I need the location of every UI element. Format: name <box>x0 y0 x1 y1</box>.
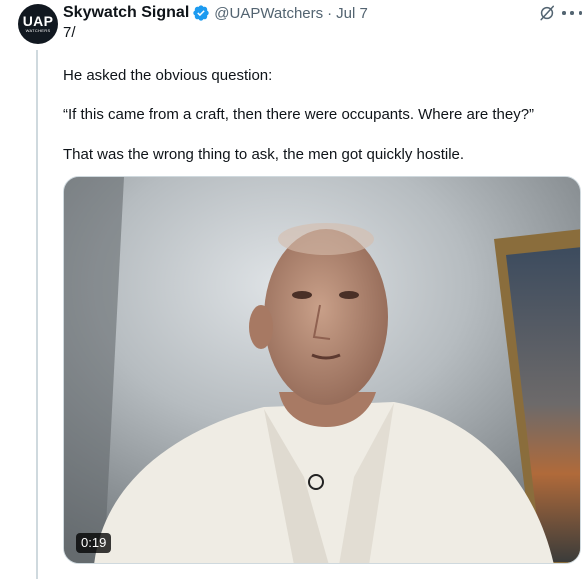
author-handle[interactable]: @UAPWatchers <box>214 5 323 22</box>
display-name[interactable]: Skywatch Signal <box>63 4 189 22</box>
verified-badge-icon[interactable] <box>192 4 210 22</box>
post-line: That was the wrong thing to ask, the men… <box>63 146 465 163</box>
post-line: He asked the obvious question: <box>63 67 273 84</box>
video-duration: 0:19 <box>76 533 112 553</box>
post-date[interactable]: Jul 7 <box>336 5 368 22</box>
separator-dot: · <box>327 4 333 22</box>
avatar[interactable]: UAP WATCHERS <box>18 4 58 44</box>
avatar-subtext: WATCHERS <box>25 28 51 33</box>
grok-icon[interactable] <box>537 3 557 23</box>
avatar-text: UAP <box>22 13 54 29</box>
more-options-icon[interactable] <box>562 10 582 16</box>
thread-line <box>36 50 38 579</box>
video-thumbnail <box>64 177 580 563</box>
thread-index: 7/ <box>63 24 76 41</box>
post-line: “If this came from a craft, then there w… <box>63 106 535 123</box>
post-header: Skywatch Signal @UAPWatchers · Jul 7 <box>63 2 368 24</box>
video-player[interactable]: 0:19 <box>63 176 581 564</box>
